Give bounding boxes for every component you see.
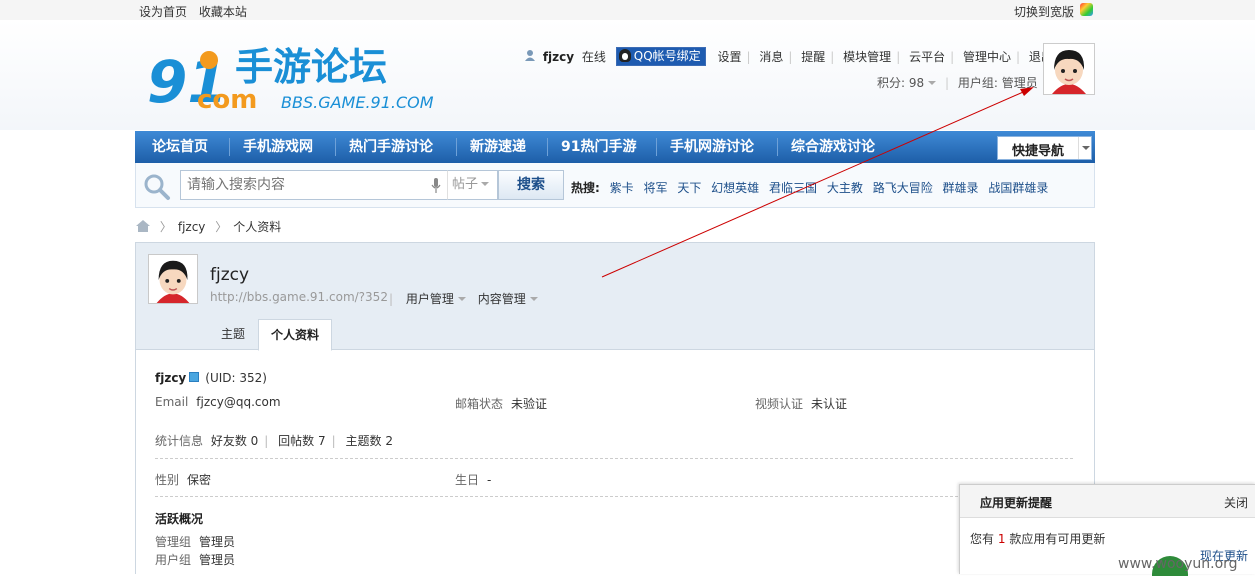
popup-title: 应用更新提醒 [980,496,1053,510]
watermark: www.wooyun.org [1118,556,1238,572]
popup-close-button[interactable]: 关闭 [1224,494,1248,511]
update-count: 1 [997,532,1006,546]
popup-message: 您有 1 款应用有可用更新 [970,532,1106,546]
popup-header: 应用更新提醒 关闭 [960,485,1255,518]
